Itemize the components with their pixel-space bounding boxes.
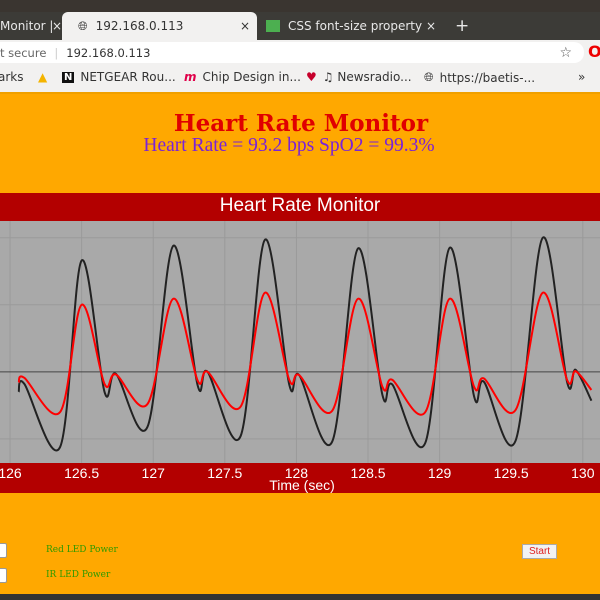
close-icon[interactable]: × <box>52 19 62 33</box>
url-input[interactable]: t secure | 192.168.0.113 ☆ <box>0 42 584 63</box>
heart-rate-chart <box>0 221 600 463</box>
bookmark-chip-design[interactable]: m Chip Design in... <box>184 70 301 84</box>
address-bar: t secure | 192.168.0.113 ☆ O <box>0 40 600 64</box>
close-icon[interactable]: × <box>426 19 436 33</box>
x-axis: 126 126.5 127 127.5 128 128.5 129 129.5 130 Time… <box>0 463 600 493</box>
bookmark-baetis[interactable]: 🌐︎ https://baetis-... <box>424 70 535 85</box>
red-led-power-label: Red LED Power <box>46 545 118 555</box>
tab-label: CSS font-size property <box>288 19 423 33</box>
bookmark-newsradio[interactable]: ♥ ♫ Newsradio... <box>306 70 412 84</box>
bookmark-item[interactable]: arks <box>0 70 24 84</box>
bookmark-label: NETGEAR Rou... <box>80 70 176 84</box>
chart-title: Heart Rate Monitor <box>0 193 600 221</box>
ir-led-power-label: IR LED Power <box>46 570 111 580</box>
bookmark-label: Chip Design in... <box>202 70 301 84</box>
tab-bar: Monitor | × 🌐︎ 192.168.0.113 × CSS font-siz… <box>0 12 600 40</box>
tab-css-font-size[interactable]: CSS font-size property × <box>258 12 448 40</box>
vitals-readout: Heart Rate = 93.2 bps SpO2 = 99.3% <box>143 135 435 156</box>
plot-area <box>0 221 600 463</box>
bookmark-label: ♫ Newsradio... <box>322 70 412 84</box>
red-signal-line <box>17 291 593 416</box>
globe-icon: 🌐︎ <box>78 18 88 33</box>
bookmarks-overflow[interactable]: » <box>578 70 585 84</box>
bookmark-netgear[interactable]: N NETGEAR Rou... <box>62 70 176 84</box>
security-indicator[interactable]: t secure <box>0 46 46 60</box>
x-axis-label: Time (sec) <box>269 477 335 493</box>
opera-icon[interactable]: O <box>588 42 600 61</box>
divider <box>0 92 600 94</box>
new-tab-button[interactable]: + <box>455 12 469 40</box>
m-icon: m <box>184 70 197 84</box>
drive-icon[interactable]: ▲ <box>38 70 47 84</box>
tab-label: Monitor | <box>0 19 54 33</box>
netgear-icon: N <box>62 71 75 83</box>
w3schools-icon <box>266 20 280 32</box>
start-button[interactable]: Start <box>522 544 557 559</box>
tab-heart-rate[interactable]: Monitor | × <box>0 12 62 40</box>
close-icon[interactable]: × <box>240 19 250 33</box>
taskbar <box>0 594 600 600</box>
window-top-strip <box>0 0 600 12</box>
bookmark-label: arks <box>0 70 24 84</box>
globe-icon: 🌐︎ <box>424 70 434 84</box>
iheart-icon: ♥ <box>306 70 317 84</box>
url-text: 192.168.0.113 <box>66 45 151 60</box>
bookmarks-bar: arks ▲ N NETGEAR Rou... m Chip Design in..… <box>0 64 600 92</box>
tab-label: 192.168.0.113 <box>95 19 184 33</box>
divider: | <box>54 45 59 60</box>
bookmark-label: https://baetis-... <box>439 70 536 85</box>
tab-active[interactable]: 🌐︎ 192.168.0.113 × <box>62 12 257 40</box>
star-icon[interactable]: ☆ <box>559 45 572 61</box>
ir-led-power-input[interactable] <box>0 568 7 583</box>
ir-signal-line <box>17 236 593 452</box>
red-led-power-input[interactable] <box>0 543 7 558</box>
page-title: Heart Rate Monitor <box>173 110 429 137</box>
